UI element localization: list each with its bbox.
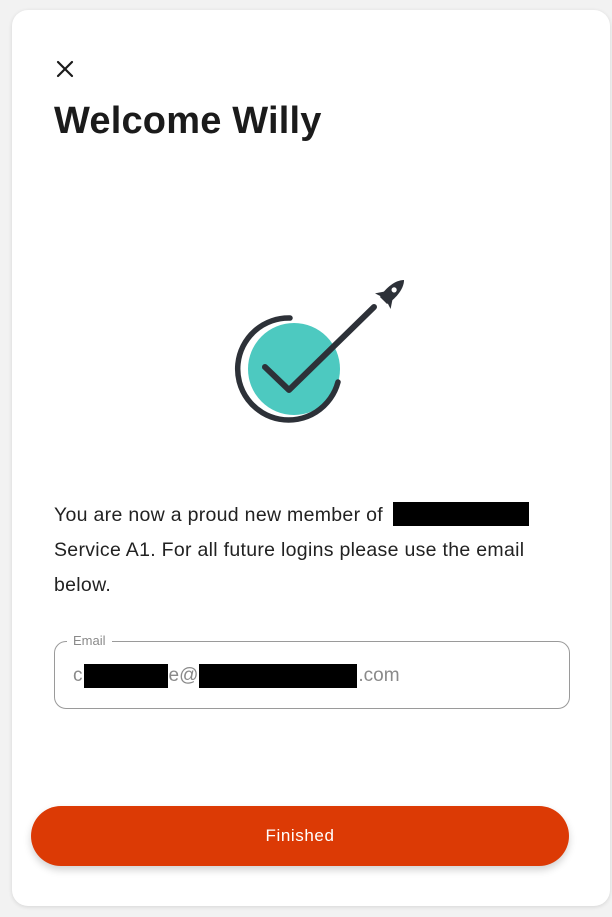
- close-icon: [56, 60, 74, 78]
- close-button[interactable]: [54, 58, 76, 80]
- message-text-part1: You are now a proud new member of: [54, 504, 383, 526]
- email-field[interactable]: Email c e@ .com: [54, 633, 570, 709]
- message-text-part2: Service A1. For all future logins please…: [54, 539, 525, 596]
- welcome-message: You are now a proud new member of Servic…: [54, 498, 574, 603]
- redacted-email-domain: [199, 664, 358, 688]
- page-title: Welcome Willy: [54, 100, 322, 142]
- email-value-middle: e@: [168, 665, 199, 686]
- redacted-email-local: [83, 664, 168, 688]
- redacted-organization: [392, 501, 529, 526]
- welcome-dialog: Welcome Willy You are now a proud new me…: [12, 10, 610, 906]
- email-value-suffix: .com: [358, 665, 400, 686]
- email-value-prefix: c: [73, 665, 83, 686]
- email-label: Email: [67, 633, 112, 648]
- checkmark-rocket-icon: [234, 279, 405, 423]
- finished-button[interactable]: Finished: [31, 806, 569, 866]
- email-value: c e@ .com: [73, 664, 400, 688]
